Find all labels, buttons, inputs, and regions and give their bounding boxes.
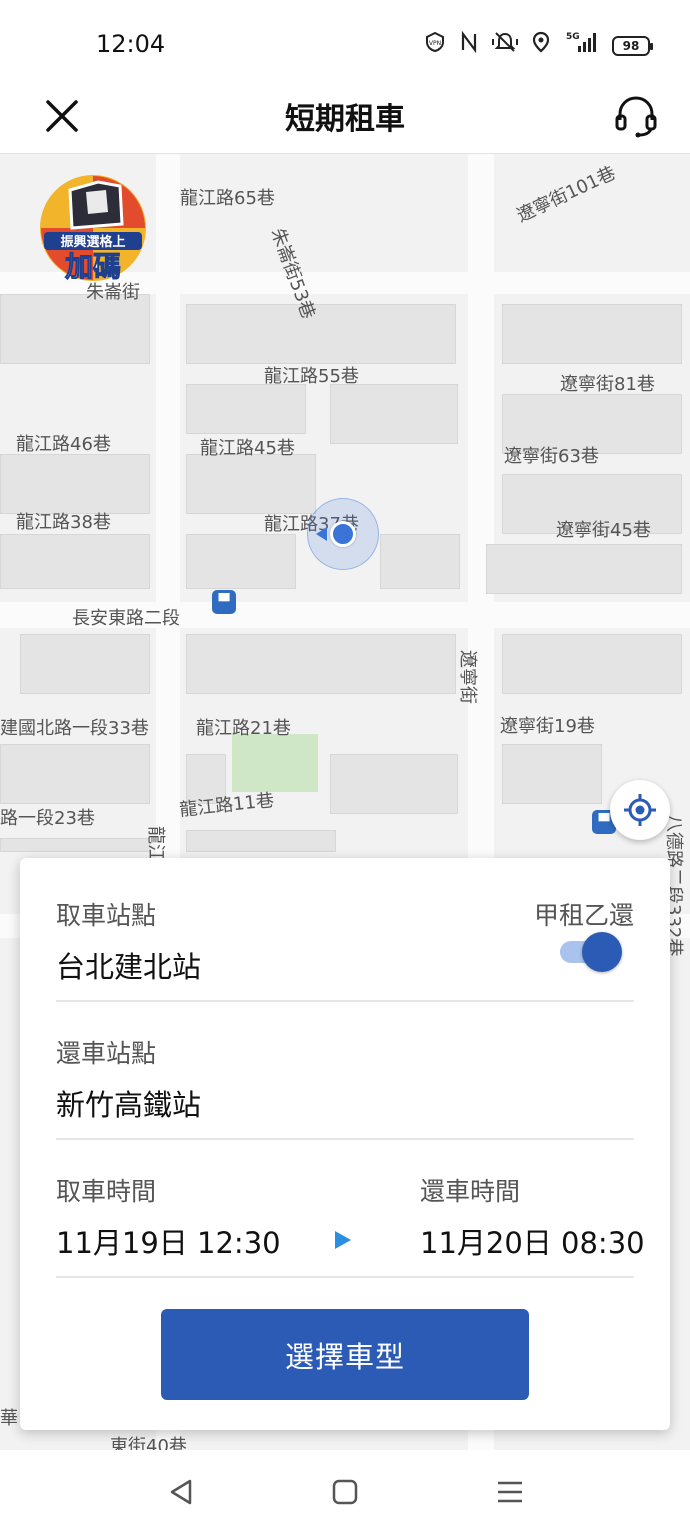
location-icon xyxy=(532,31,550,60)
street-label: 路一段23巷 xyxy=(0,808,95,829)
map-building xyxy=(502,304,682,364)
street-label: 龍江路38巷 xyxy=(16,512,111,533)
pickup-time-value[interactable]: 11月19日 12:30 xyxy=(56,1220,281,1262)
nfc-icon xyxy=(460,30,478,60)
map-building xyxy=(186,634,456,694)
divider xyxy=(56,1276,634,1278)
street-label: 遼寧街81巷 xyxy=(560,374,655,395)
arrow-right-icon xyxy=(335,1231,351,1249)
status-icons: VPN 5G 98 xyxy=(424,30,653,61)
street-label: 遼寧街19巷 xyxy=(500,716,595,737)
map-building xyxy=(330,754,458,814)
svg-text:VPN: VPN xyxy=(429,40,441,47)
street-label: 遼寧街101巷 xyxy=(513,162,619,227)
back-icon[interactable] xyxy=(162,1472,202,1512)
pickup-time-label: 取車時間 xyxy=(56,1177,157,1206)
return-time-value[interactable]: 11月20日 08:30 xyxy=(420,1220,645,1262)
street-label: 龍江路65巷 xyxy=(180,188,275,209)
map-building xyxy=(186,534,296,589)
system-nav-bar xyxy=(0,1450,690,1533)
street-label: 遼寧街 xyxy=(457,650,478,704)
map-building xyxy=(502,744,602,804)
pickup-station-label: 取車站點 xyxy=(56,901,157,930)
page-title: 短期租車 xyxy=(285,102,405,137)
pickup-station-value[interactable]: 台北建北站 xyxy=(56,944,201,986)
status-time: 12:04 xyxy=(96,30,166,58)
map-building xyxy=(0,294,150,364)
map-building xyxy=(486,544,682,594)
map-building xyxy=(502,634,682,694)
map-building xyxy=(380,534,460,589)
recenter-location-button[interactable] xyxy=(610,780,670,840)
current-location-dot xyxy=(330,521,356,547)
street-label: 長安東路二段 xyxy=(72,608,180,629)
status-bar: 12:04 VPN 5G 98 xyxy=(0,0,690,78)
map-building xyxy=(0,454,150,514)
mute-icon xyxy=(492,31,518,60)
signal-5g-icon: 5G xyxy=(564,30,598,61)
promo-badge-line1: 振興選格上 xyxy=(60,234,125,250)
map-building xyxy=(186,830,336,852)
home-icon[interactable] xyxy=(325,1472,365,1512)
map-building xyxy=(20,634,150,694)
bus-stop-icon[interactable]: ▀ xyxy=(212,590,236,614)
vpn-icon: VPN xyxy=(424,31,446,60)
svg-text:5G: 5G xyxy=(566,32,580,42)
street-label: 龍江路46巷 xyxy=(16,434,111,455)
map-building xyxy=(186,384,306,434)
toggle-knob xyxy=(582,932,622,972)
crosshair-icon xyxy=(624,794,656,826)
map-building xyxy=(0,744,150,804)
different-return-label: 甲租乙還 xyxy=(533,901,634,930)
map-building xyxy=(186,454,316,514)
map-building xyxy=(330,384,458,444)
battery-indicator: 98 xyxy=(612,35,653,56)
street-label: 遼寧街63巷 xyxy=(504,446,599,467)
map-building xyxy=(0,838,150,852)
divider xyxy=(56,1138,634,1140)
return-station-value[interactable]: 新竹高鐵站 xyxy=(56,1082,201,1124)
street-label: 龍江路45巷 xyxy=(200,438,295,459)
headset-icon[interactable] xyxy=(612,92,660,140)
street-label: 龍江 xyxy=(145,826,166,862)
promo-badge[interactable]: 振興選格上 加碼 xyxy=(36,172,150,284)
return-station-label: 還車站點 xyxy=(56,1039,157,1068)
street-label: 遼寧街45巷 xyxy=(556,520,651,541)
divider xyxy=(56,1000,634,1002)
booking-card: 取車站點 甲租乙還 台北建北站 還車站點 新竹高鐵站 取車時間 11月19日 1… xyxy=(20,858,670,1430)
street-label: 龍江路55巷 xyxy=(264,366,359,387)
street-label: 龍江路21巷 xyxy=(196,718,291,739)
street-label: 建國北路一段33巷 xyxy=(0,718,149,739)
different-return-toggle[interactable] xyxy=(558,932,622,972)
street-label: 東街40巷 xyxy=(110,1436,187,1450)
return-time-label: 還車時間 xyxy=(420,1177,521,1206)
app-bar: 短期租車 xyxy=(0,78,690,154)
select-car-type-button[interactable]: 選擇車型 xyxy=(161,1309,529,1400)
heading-arrow-icon xyxy=(316,527,327,541)
map-park xyxy=(232,734,318,792)
street-label: 華 xyxy=(0,1408,18,1429)
promo-badge-line2: 加碼 xyxy=(65,250,121,283)
map-building xyxy=(0,534,150,589)
menu-icon[interactable] xyxy=(490,1472,530,1512)
